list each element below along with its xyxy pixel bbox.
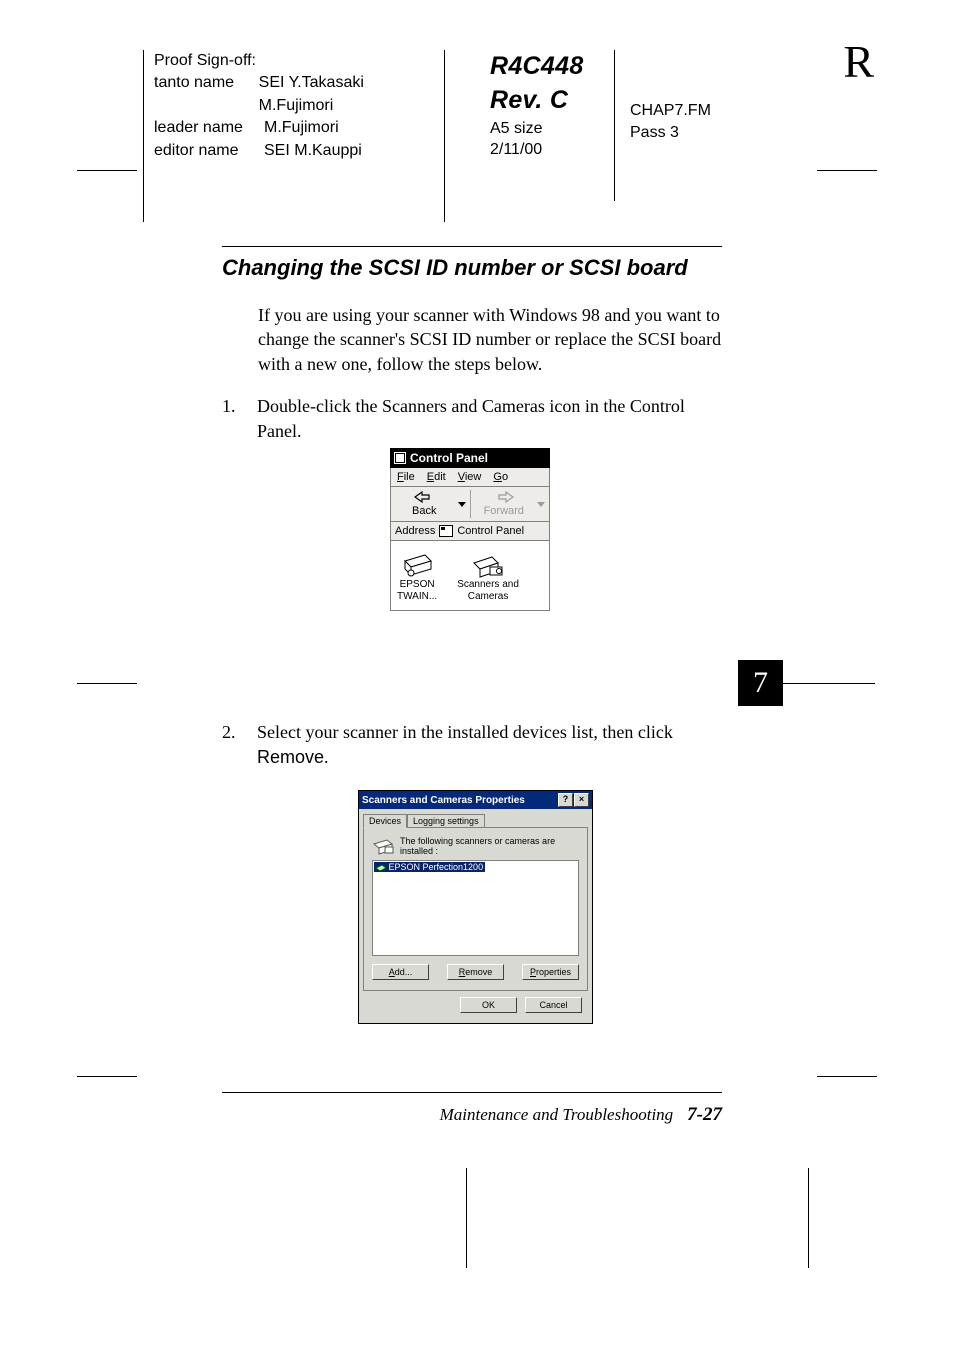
crop-mark: [77, 170, 137, 171]
crop-mark: [817, 170, 877, 171]
crop-mark: [808, 1168, 809, 1268]
crop-mark: [77, 683, 137, 684]
dialog-title-bar: Scanners and Cameras Properties ? ×: [359, 791, 592, 809]
section-heading: Changing the SCSI ID number or SCSI boar…: [222, 255, 722, 281]
doc-id-block: R4C448 Rev. C A5 size 2/11/00: [490, 50, 615, 201]
device-listbox[interactable]: EPSON Perfection1200: [372, 860, 579, 956]
leader-value: M.Fujimori: [264, 117, 339, 139]
step-1-text: Double-click the Scanners and Cameras ic…: [257, 394, 722, 444]
footer-page-number: 7-27: [687, 1104, 722, 1126]
tab-strip: DevicesLogging settings: [359, 809, 592, 827]
scanners-cameras-label-1: Scanners and: [457, 579, 519, 591]
back-label: Back: [412, 505, 436, 517]
title-bar-text: Control Panel: [410, 451, 488, 465]
menu-edit[interactable]: Edit: [427, 471, 446, 483]
step-2-ui-word: Remove: [257, 747, 324, 767]
scanner-camera-icon: [472, 553, 504, 579]
step-2-text-a: Select your scanner in the installed dev…: [257, 722, 673, 742]
add-button[interactable]: Add...: [372, 964, 429, 980]
scanners-cameras-item[interactable]: Scanners and Cameras: [457, 553, 519, 602]
forward-dropdown-icon: [537, 502, 545, 507]
crop-mark: [783, 683, 875, 684]
scanners-cameras-dialog: Scanners and Cameras Properties ? × Devi…: [358, 790, 593, 1024]
tab-logging[interactable]: Logging settings: [407, 814, 485, 827]
epson-twain-label-2: TWAIN...: [397, 591, 437, 603]
device-item-icon: [376, 864, 386, 872]
control-panel-window: Control Panel File Edit View Go Back Forwar…: [390, 448, 550, 611]
proof-signoff-block: Proof Sign-off: tanto nameSEI Y.Takasaki…: [143, 50, 445, 222]
step-2-text-b: .: [324, 747, 329, 767]
address-bar: Address Control Panel: [390, 522, 550, 541]
forward-button: Forward: [471, 487, 538, 521]
doc-pass: Pass 3: [630, 122, 711, 144]
title-bar: Control Panel: [390, 448, 550, 468]
epson-twain-item[interactable]: EPSON TWAIN...: [397, 553, 437, 602]
footer-rule: [222, 1092, 722, 1093]
step-2-text: Select your scanner in the installed dev…: [257, 720, 717, 770]
remove-button[interactable]: Remove: [447, 964, 504, 980]
intro-paragraph: If you are using your scanner with Windo…: [258, 303, 722, 376]
cancel-button[interactable]: Cancel: [525, 997, 582, 1013]
address-value: Control Panel: [457, 525, 524, 537]
help-button[interactable]: ?: [558, 793, 573, 807]
chapter-tab: 7: [738, 660, 783, 706]
tanto-label: tanto name: [154, 72, 259, 117]
doc-size: A5 size: [490, 118, 584, 140]
installed-caption: The following scanners or cameras are in…: [400, 836, 579, 856]
step-number: 1.: [222, 394, 257, 444]
device-list-item[interactable]: EPSON Perfection1200: [374, 862, 485, 872]
ok-button[interactable]: OK: [460, 997, 517, 1013]
crop-mark: [817, 1076, 877, 1077]
back-button[interactable]: Back: [391, 487, 458, 521]
doc-chapfile: CHAP7.FM: [630, 100, 711, 122]
tab-devices[interactable]: Devices: [363, 814, 407, 828]
tab-panel: The following scanners or cameras are in…: [363, 827, 588, 991]
back-arrow-icon: [414, 491, 434, 503]
page-footer: Maintenance and Troubleshooting 7-27: [222, 1104, 722, 1126]
menu-bar: File Edit View Go: [390, 468, 550, 487]
step-number: 2.: [222, 720, 257, 770]
dialog-title: Scanners and Cameras Properties: [362, 795, 525, 806]
editor-value: SEI M.Kauppi: [264, 140, 362, 162]
icon-area: EPSON TWAIN... Scanners and Cameras: [390, 541, 550, 611]
doc-rev: Rev. C: [490, 84, 584, 118]
scanners-cameras-label-2: Cameras: [468, 591, 509, 603]
forward-arrow-icon: [494, 491, 514, 503]
close-button[interactable]: ×: [574, 793, 589, 807]
control-panel-addr-icon: [439, 525, 453, 537]
editor-label: editor name: [154, 140, 264, 162]
doc-date: 2/11/00: [490, 139, 584, 161]
leader-label: leader name: [154, 117, 264, 139]
scanner-icon: [401, 553, 433, 579]
forward-label: Forward: [484, 505, 524, 517]
tanto-value: SEI Y.Takasaki M.Fujimori: [259, 72, 434, 117]
doc-meta-block: CHAP7.FM Pass 3: [630, 100, 711, 145]
step-2-row: 2. Select your scanner in the installed …: [257, 720, 717, 770]
proof-signoff-label: Proof Sign-off:: [154, 50, 434, 72]
scanner-thumb-icon: [372, 837, 394, 855]
crop-mark: [466, 1168, 467, 1268]
crop-mark: [77, 1076, 137, 1077]
menu-go[interactable]: Go: [493, 471, 508, 483]
epson-twain-label-1: EPSON: [400, 579, 435, 591]
corner-letter: R: [843, 35, 874, 88]
doc-code: R4C448: [490, 50, 584, 84]
control-panel-title-icon: [394, 452, 406, 464]
footer-section: Maintenance and Troubleshooting: [440, 1105, 674, 1125]
back-dropdown-icon[interactable]: [458, 502, 466, 507]
menu-file[interactable]: File: [397, 471, 415, 483]
menu-view[interactable]: View: [458, 471, 482, 483]
main-content: Changing the SCSI ID number or SCSI boar…: [222, 246, 722, 444]
toolbar: Back Forward: [390, 487, 550, 522]
properties-button[interactable]: Properties: [522, 964, 579, 980]
address-label: Address: [395, 525, 435, 537]
device-item-label: EPSON Perfection1200: [389, 862, 484, 872]
heading-rule: [222, 246, 722, 247]
